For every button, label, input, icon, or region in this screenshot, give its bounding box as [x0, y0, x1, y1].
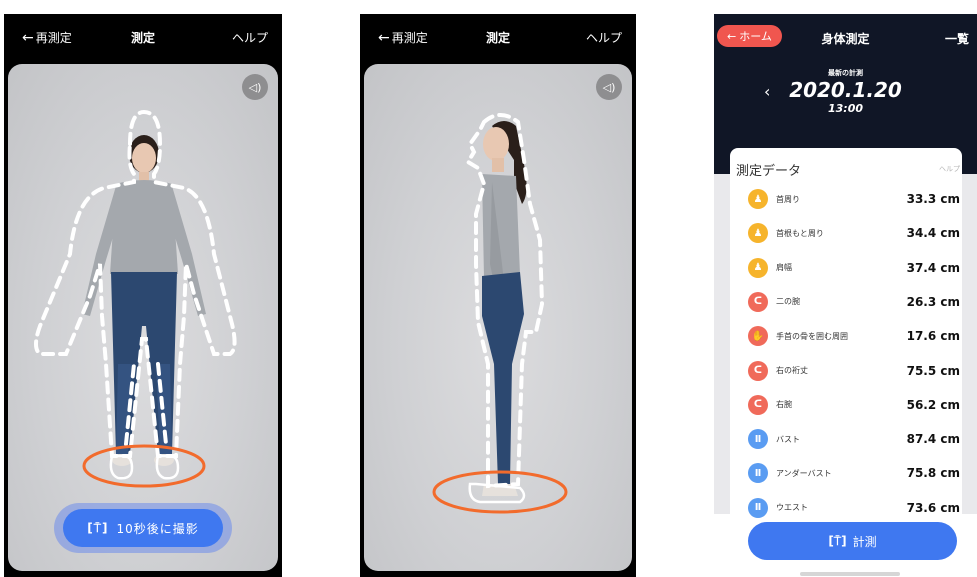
- measurement-value: 34.4 cm: [906, 226, 960, 241]
- floor-position-ring: [82, 444, 206, 488]
- front-capture-screen: ← 再測定 測定 ヘルプ ◁) [⍑] 10秒後に撮影: [4, 14, 282, 577]
- camera-viewfinder: ◁): [364, 64, 632, 571]
- history-list-button[interactable]: 一覧: [945, 30, 969, 47]
- hand-icon: ✋: [748, 326, 768, 347]
- measure-button-label: 計測: [852, 534, 877, 549]
- measurement-row[interactable]: ✋ 手首の骨を囲む周囲 17.6 cm: [732, 321, 960, 351]
- measurement-row[interactable]: Ⅱ ウエスト 73.6 cm: [732, 493, 960, 523]
- measurement-value: 26.3 cm: [906, 294, 960, 309]
- measurement-label: 首根もと周り: [776, 228, 824, 238]
- measurement-row[interactable]: ♟ 肩幅 37.4 cm: [732, 253, 960, 283]
- navbar: ← 再測定 測定 ヘルプ: [4, 14, 282, 60]
- help-link[interactable]: ヘルプ: [586, 29, 622, 46]
- person-icon: ♟: [748, 189, 768, 209]
- measurement-value: 87.4 cm: [906, 432, 960, 447]
- capture-button-halo: [⍑] 10秒後に撮影: [54, 503, 232, 553]
- navbar: ← 再測定 測定 ヘルプ: [360, 14, 636, 60]
- measurement-label: アンダーバスト: [776, 468, 832, 478]
- measurement-row[interactable]: Ⅱ バスト 87.4 cm: [732, 424, 960, 454]
- measurement-value: 73.6 cm: [906, 500, 960, 515]
- measurement-label: 肩幅: [776, 263, 792, 273]
- measurement-row[interactable]: ᑕ 右の裄丈 75.5 cm: [732, 356, 960, 386]
- latest-caption: 最新の計測: [828, 69, 863, 77]
- measurement-label: 右の裄丈: [776, 366, 808, 375]
- arm-icon: ᑕ: [748, 360, 768, 381]
- side-body-guide-figure: [432, 113, 568, 514]
- front-body-guide-figure: [34, 109, 237, 488]
- body-scan-icon: [⍑]: [828, 533, 847, 548]
- measurement-label: 首周り: [776, 194, 800, 204]
- torso-icon: Ⅱ: [748, 463, 768, 484]
- measurement-value: 33.3 cm: [906, 192, 960, 206]
- measurement-row[interactable]: Ⅱ アンダーバスト 75.8 cm: [732, 458, 960, 488]
- body-scan-icon: [⍑]: [87, 520, 109, 535]
- measurement-label: ウエスト: [776, 503, 808, 513]
- measurement-label: バスト: [776, 434, 800, 444]
- arm-icon: ᑕ: [748, 394, 768, 415]
- card-title: 測定データ: [736, 164, 802, 179]
- measurement-value: 37.4 cm: [906, 260, 960, 275]
- measurement-value: 75.5 cm: [906, 363, 960, 378]
- torso-icon: Ⅱ: [748, 429, 768, 450]
- torso-icon: Ⅱ: [748, 497, 768, 518]
- measurement-label: 手首の骨を囲む周囲: [776, 331, 848, 341]
- home-indicator: [800, 572, 900, 576]
- measurement-value: 75.8 cm: [906, 466, 960, 481]
- measurement-row[interactable]: ♟ 首周り 33.3 cm: [732, 184, 960, 214]
- measure-button[interactable]: [⍑] 計測: [748, 522, 957, 560]
- measurement-row[interactable]: ᑕ 二の腕 26.3 cm: [732, 287, 960, 317]
- help-link[interactable]: ヘルプ: [232, 29, 268, 46]
- measurement-data-card: 測定データ ヘルプ ♟ 首周り 33.3 cm ♟ 首根もと周り 34.4 cm ♟ 肩幅 37…: [730, 148, 962, 524]
- measurement-time: 13:00: [827, 102, 863, 115]
- side-capture-screen: ← 再測定 測定 ヘルプ ◁): [360, 14, 636, 577]
- card-help-link[interactable]: ヘルプ: [939, 164, 960, 174]
- person-icon: ♟: [748, 257, 768, 278]
- arm-icon: ᑕ: [748, 291, 768, 312]
- measurement-value: 56.2 cm: [906, 397, 960, 412]
- measurement-row[interactable]: ♟ 首根もと周り 34.4 cm: [732, 218, 960, 248]
- timer-capture-button[interactable]: [⍑] 10秒後に撮影: [63, 509, 223, 547]
- measurement-row[interactable]: ᑕ 右腕 56.2 cm: [732, 390, 960, 420]
- measurement-value: 17.6 cm: [906, 329, 960, 344]
- measurement-results-screen: ← ホーム 身体測定 一覧 ‹ 最新の計測 2020.1.20 13:00 測定…: [714, 14, 977, 577]
- person-icon: ♟: [748, 223, 768, 244]
- measurement-date: 2020.1.20: [789, 78, 902, 102]
- measurement-label: 二の腕: [776, 297, 800, 307]
- page-title: 身体測定: [821, 32, 870, 46]
- capture-button-label: 10秒後に撮影: [116, 521, 199, 536]
- measurement-label: 右腕: [776, 400, 792, 410]
- camera-viewfinder: ◁): [8, 64, 278, 571]
